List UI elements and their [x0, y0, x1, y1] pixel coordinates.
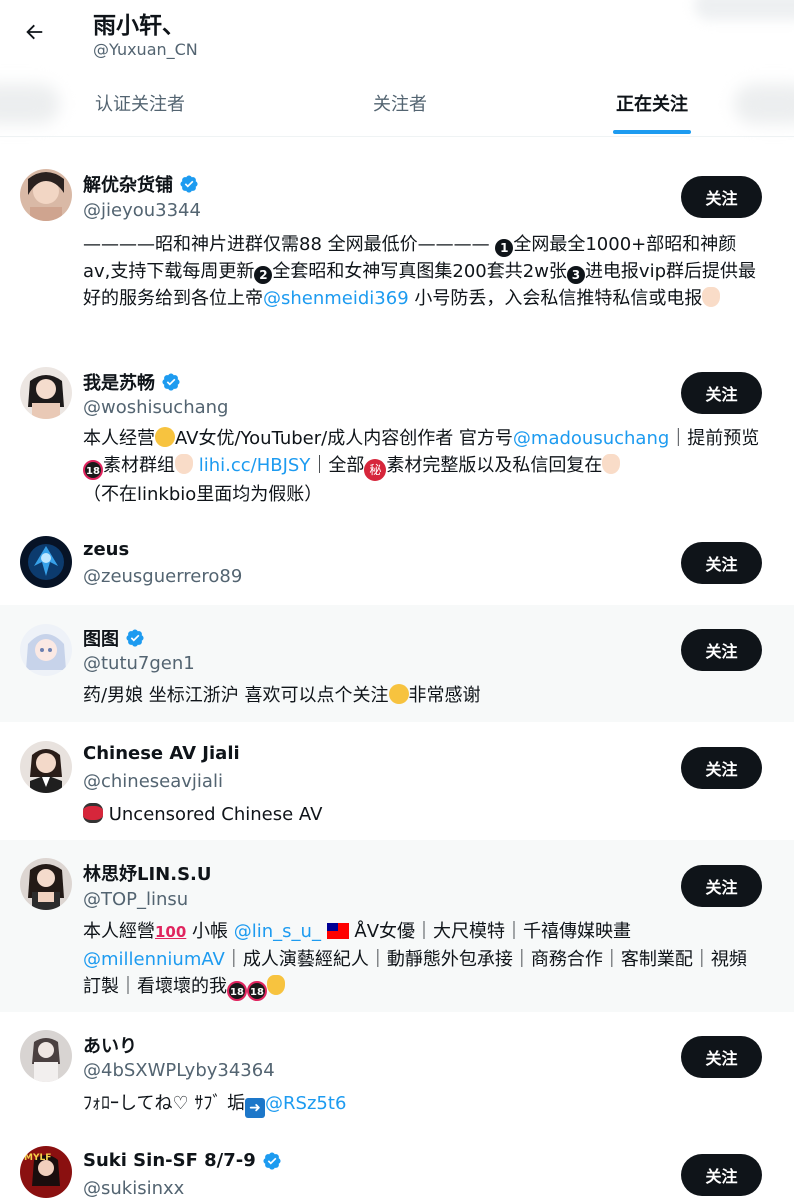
mention-link[interactable]: @lin_s_u_	[234, 921, 321, 942]
list-item[interactable]: 图图 @tutu7gen1 关注 药/男娘 坐标江浙沪 喜欢可以点个关注 非常感谢	[0, 605, 794, 722]
user-bio: 本人經營100 小帳 @lin_s_u_ ÅV女優｜大尺模特｜千禧傳媒映畫 @mi…	[83, 918, 763, 1001]
avatar[interactable]	[20, 1030, 72, 1082]
number-two-icon: 2	[254, 266, 273, 284]
number-one-icon: 1	[495, 239, 514, 257]
url-link[interactable]: lihi.cc/HBJSY	[199, 455, 311, 476]
name-row: 图图	[83, 625, 145, 651]
verified-badge-icon	[180, 175, 198, 193]
avatar[interactable]	[20, 858, 72, 910]
mention-link[interactable]: @shenmeidi369	[263, 288, 409, 309]
follow-button[interactable]: 关注	[681, 629, 762, 671]
list-item[interactable]: 林思妤LIN.S.U @TOP_linsu 关注 本人經營100 小帳 @lin…	[0, 840, 794, 1012]
follow-button[interactable]: 关注	[681, 1154, 762, 1196]
list-item[interactable]: 解优杂货铺 @jieyou3344 关注 ————昭和神片进群仅需88 全网最低…	[0, 137, 794, 347]
follow-tabs: 认证关注者 关注者 正在关注	[0, 70, 794, 136]
user-handle[interactable]: @zeusguerrero89	[83, 566, 242, 587]
name-row: zeus	[83, 539, 129, 560]
avatar[interactable]	[20, 367, 72, 419]
follow-button[interactable]: 关注	[681, 542, 762, 584]
user-handle[interactable]: @4bSXWPLyby34364	[83, 1060, 275, 1081]
mention-link[interactable]: @madousuchang	[513, 428, 669, 449]
smiling-face-icon	[155, 427, 175, 447]
tab-verified-followers[interactable]: 认证关注者	[60, 70, 220, 136]
name-row: Suki Sin-SF 8/7-9	[83, 1150, 282, 1171]
verified-badge-icon	[126, 629, 144, 647]
tab-followers[interactable]: 关注者	[320, 70, 480, 136]
user-handle[interactable]: @TOP_linsu	[83, 889, 188, 910]
name-row: 林思妤LIN.S.U	[83, 860, 212, 886]
profile-handle: @Yuxuan_CN	[93, 40, 198, 59]
follow-button[interactable]: 关注	[681, 176, 762, 218]
user-handle[interactable]: @tutu7gen1	[83, 653, 195, 674]
user-bio: 药/男娘 坐标江浙沪 喜欢可以点个关注 非常感谢	[83, 684, 481, 706]
active-tab-indicator	[613, 130, 691, 134]
profile-name: 雨小轩、	[93, 13, 185, 39]
list-item[interactable]: 我是苏畅 @woshisuchang 关注 本人经营 AV女优/YouTuber/…	[0, 347, 794, 517]
tab-blur-right	[734, 84, 794, 124]
mention-link[interactable]: @RSz5t6	[265, 1093, 346, 1114]
tab-label: 正在关注	[616, 94, 688, 115]
list-item[interactable]: Chinese AV Jiali @chineseavjiali 关注 Unce…	[0, 722, 794, 840]
arrow-left-icon	[26, 24, 43, 40]
name-row: 解优杂货铺	[83, 171, 199, 197]
user-name[interactable]: zeus	[83, 539, 129, 560]
lantern-icon	[83, 803, 103, 823]
user-handle[interactable]: @sukisinxx	[83, 1178, 184, 1199]
under-18-icon: 18	[83, 460, 103, 480]
pointing-right-icon	[175, 454, 193, 474]
name-row: あいり	[83, 1032, 137, 1058]
verified-badge-icon	[263, 1151, 281, 1170]
follow-button[interactable]: 关注	[681, 372, 762, 414]
hundred-points-icon: 100	[155, 923, 187, 941]
user-name[interactable]: 林思妤LIN.S.U	[83, 860, 212, 886]
list-item[interactable]: MYLF Suki Sin-SF 8/7-9 @sukisinxx 关注	[0, 1130, 794, 1200]
user-handle[interactable]: @chineseavjiali	[83, 771, 223, 792]
under-18-icon: 18	[227, 981, 247, 1001]
tab-blur-left	[0, 84, 60, 124]
svg-text:MYLF: MYLF	[24, 1153, 51, 1163]
list-item[interactable]: あいり @4bSXWPLyby34364 关注 ﾌｫﾛｰしてね♡ ｻﾌﾞ 垢 ➜ @…	[0, 1012, 794, 1130]
user-name[interactable]: Suki Sin-SF 8/7-9	[83, 1150, 256, 1171]
follow-button[interactable]: 关注	[681, 1036, 762, 1078]
user-handle[interactable]: @woshisuchang	[83, 397, 228, 418]
profile-header: 雨小轩、 @Yuxuan_CN 认证关注者 关注者 正在关注	[0, 0, 794, 137]
follow-button[interactable]: 关注	[681, 865, 762, 907]
user-handle[interactable]: @jieyou3344	[83, 200, 201, 221]
mention-link[interactable]: @millenniumAV	[83, 949, 225, 970]
back-button[interactable]	[14, 14, 54, 50]
user-bio: ﾌｫﾛｰしてね♡ ｻﾌﾞ 垢 ➜ @RSz5t6	[83, 1093, 347, 1118]
name-row: Chinese AV Jiali	[83, 743, 240, 764]
relieved-face-icon	[388, 684, 409, 704]
pointing-down-icon	[602, 454, 621, 474]
user-name[interactable]: 我是苏畅	[83, 369, 155, 395]
user-bio: 本人经营 AV女优/YouTuber/成人内容创作者 官方号@madousucha…	[83, 427, 760, 505]
user-name[interactable]: 解优杂货铺	[83, 171, 173, 197]
user-bio: Uncensored Chinese AV	[83, 801, 763, 828]
name-row: 我是苏畅	[83, 369, 181, 395]
tab-label: 认证关注者	[95, 94, 185, 115]
number-three-icon: 3	[566, 266, 585, 284]
secret-icon: 秘	[364, 459, 387, 481]
avatar[interactable]	[20, 624, 72, 676]
right-arrow-icon: ➜	[245, 1098, 266, 1118]
tab-following[interactable]: 正在关注	[572, 70, 732, 136]
user-bio: ————昭和神片进群仅需88 全网最低价———— 1 全网最全1000+部昭和神颜…	[83, 234, 757, 309]
list-item[interactable]: zeus @zeusguerrero89 关注	[0, 517, 794, 605]
pointing-down-icon	[267, 975, 285, 995]
user-name[interactable]: あいり	[83, 1032, 137, 1058]
flag-icon	[326, 923, 349, 939]
pointing-left-icon	[702, 287, 721, 307]
avatar[interactable]	[20, 536, 72, 588]
avatar[interactable]: MYLF	[20, 1146, 72, 1198]
follow-button[interactable]: 关注	[681, 747, 762, 789]
user-name[interactable]: 图图	[83, 625, 119, 651]
avatar[interactable]	[20, 741, 72, 793]
avatar[interactable]	[20, 169, 72, 221]
verified-badge-icon	[162, 373, 180, 391]
tab-label: 关注者	[373, 94, 427, 115]
header-blur	[694, 0, 794, 20]
under-18-icon: 18	[247, 981, 267, 1001]
user-name[interactable]: Chinese AV Jiali	[83, 743, 240, 764]
